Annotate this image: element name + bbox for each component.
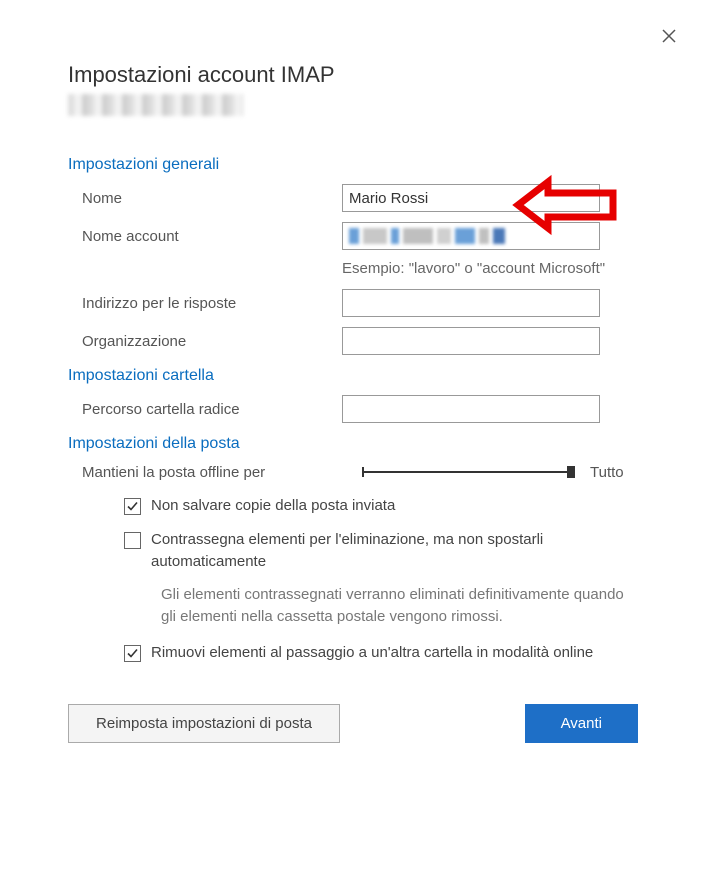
organization-label: Organizzazione	[82, 333, 342, 350]
checkbox-purge-on-switch-label: Rimuovi elementi al passaggio a un'altra…	[151, 642, 593, 664]
reply-address-input[interactable]	[342, 289, 600, 317]
reset-mail-settings-button[interactable]: Reimposta impostazioni di posta	[68, 704, 340, 743]
section-general: Impostazioni generali	[68, 156, 638, 174]
account-name-input-blurred[interactable]	[342, 222, 600, 250]
reply-address-label: Indirizzo per le risposte	[82, 295, 342, 312]
section-mail: Impostazioni della posta	[68, 435, 638, 453]
section-folder: Impostazioni cartella	[68, 367, 638, 385]
checkbox-purge-on-switch[interactable]	[124, 645, 141, 662]
close-icon[interactable]	[660, 28, 678, 46]
account-email-blurred	[68, 94, 243, 116]
checkbox-dont-save-sent[interactable]	[124, 498, 141, 515]
root-folder-label: Percorso cartella radice	[82, 401, 342, 418]
root-folder-input[interactable]	[342, 395, 600, 423]
next-button[interactable]: Avanti	[525, 704, 638, 743]
offline-label: Mantieni la posta offline per	[82, 464, 362, 481]
organization-input[interactable]	[342, 327, 600, 355]
account-name-label: Nome account	[82, 228, 342, 245]
checkbox-mark-delete-label: Contrassegna elementi per l'eliminazione…	[151, 529, 638, 573]
checkbox-mark-delete[interactable]	[124, 532, 141, 549]
name-label: Nome	[82, 190, 342, 207]
checkbox-dont-save-sent-label: Non salvare copie della posta inviata	[151, 495, 395, 517]
name-input[interactable]	[342, 184, 600, 212]
mark-delete-help: Gli elementi contrassegnati verranno eli…	[68, 584, 638, 628]
account-name-example: Esempio: "lavoro" o "account Microsoft"	[342, 260, 638, 277]
offline-value: Tutto	[590, 464, 624, 481]
dialog-title: Impostazioni account IMAP	[68, 62, 638, 88]
offline-slider[interactable]	[362, 463, 572, 481]
